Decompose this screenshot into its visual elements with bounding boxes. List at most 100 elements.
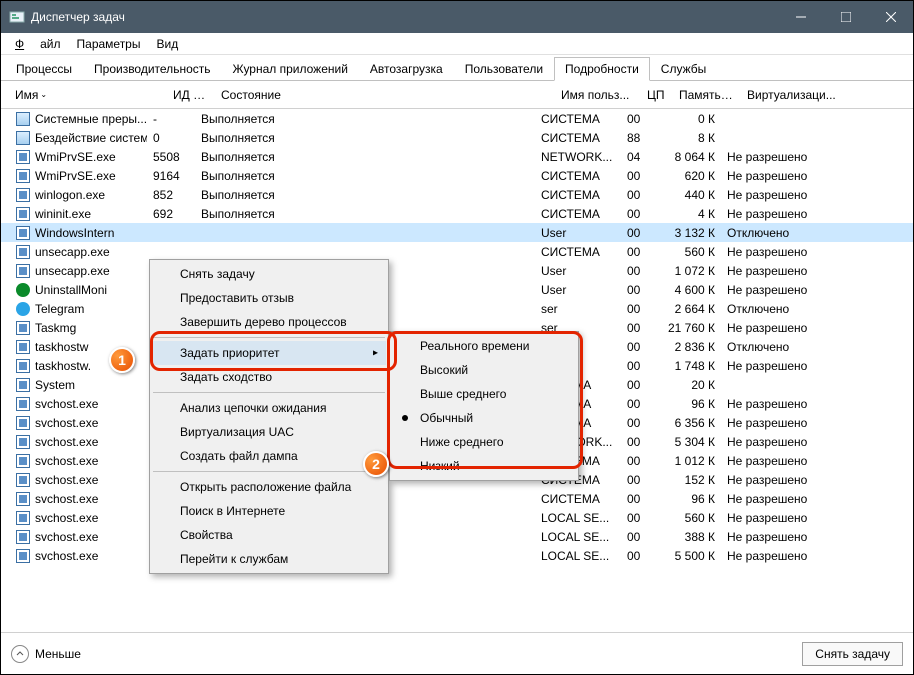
cell-mem: 440 К xyxy=(653,188,721,202)
maximize-button[interactable] xyxy=(823,1,868,33)
table-row[interactable]: winlogon.exe852ВыполняетсяСИСТЕМА00440 К… xyxy=(1,185,913,204)
ctx-dump[interactable]: Создать файл дампа xyxy=(152,444,386,468)
process-icon xyxy=(15,244,31,260)
cell-user: ser xyxy=(535,302,621,316)
process-name: svchost.exe xyxy=(35,511,98,525)
col-pid[interactable]: ИД п... xyxy=(167,84,215,106)
cell-virt: Не разрешено xyxy=(721,150,831,164)
table-row[interactable]: svchost.exe1388ВыполняетсяLOCAL SE...003… xyxy=(1,527,913,546)
ctx-goto-services[interactable]: Перейти к службам xyxy=(152,547,386,571)
table-row[interactable]: WmiPrvSE.exe9164ВыполняетсяСИСТЕМА00620 … xyxy=(1,166,913,185)
process-name: taskhostw xyxy=(35,340,88,354)
table-header: Имя⌄ ИД п... Состояние Имя польз... ЦП П… xyxy=(1,81,913,109)
ctx-uac[interactable]: Виртуализация UAC xyxy=(152,420,386,444)
cell-user: СИСТЕМА xyxy=(535,169,621,183)
ctx-wait-chain[interactable]: Анализ цепочки ожидания xyxy=(152,396,386,420)
tab-4[interactable]: Пользователи xyxy=(454,57,554,81)
cell-pid: 0 xyxy=(147,131,195,145)
cell-virt: Не разрешено xyxy=(721,321,831,335)
priority-high[interactable]: Высокий xyxy=(392,358,576,382)
tab-2[interactable]: Журнал приложений xyxy=(222,57,359,81)
ctx-feedback[interactable]: Предоставить отзыв xyxy=(152,286,386,310)
ctx-set-priority[interactable]: Задать приоритет▸ xyxy=(152,341,386,365)
priority-low[interactable]: Низкий xyxy=(392,454,576,478)
cell-cpu: 00 xyxy=(621,169,653,183)
table-row[interactable]: UninstallMoniUser004 600 КНе разрешено xyxy=(1,280,913,299)
ctx-open-location[interactable]: Открыть расположение файла xyxy=(152,475,386,499)
cell-virt: Не разрешено xyxy=(721,283,831,297)
cell-virt: Не разрешено xyxy=(721,454,831,468)
col-cpu[interactable]: ЦП xyxy=(641,84,673,106)
table-row[interactable]: unsecapp.exeСИСТЕМА00560 КНе разрешено xyxy=(1,242,913,261)
process-icon xyxy=(15,282,31,298)
cell-virt: Не разрешено xyxy=(721,264,831,278)
cell-cpu: 00 xyxy=(621,302,653,316)
ctx-end-task[interactable]: Снять задачу xyxy=(152,262,386,286)
col-name[interactable]: Имя⌄ xyxy=(9,84,167,106)
cell-state: Выполняется xyxy=(195,169,535,183)
tab-5[interactable]: Подробности xyxy=(554,57,650,81)
cell-mem: 152 К xyxy=(653,473,721,487)
table-row[interactable]: svchost.exe1464ВыполняетсяLOCAL SE...005… xyxy=(1,546,913,565)
col-virt[interactable]: Виртуализаци... xyxy=(741,84,851,106)
cell-cpu: 00 xyxy=(621,340,653,354)
tab-6[interactable]: Службы xyxy=(650,57,717,81)
table-row[interactable]: Telegramser002 664 КОтключено xyxy=(1,299,913,318)
separator xyxy=(153,471,385,472)
cell-cpu: 00 xyxy=(621,473,653,487)
menu-view[interactable]: Вид xyxy=(148,35,186,53)
ctx-set-affinity[interactable]: Задать сходство xyxy=(152,365,386,389)
ctx-search[interactable]: Поиск в Интернете xyxy=(152,499,386,523)
table-row[interactable]: svchost.exe1550ВыполняетсяLOCAL SE...005… xyxy=(1,508,913,527)
priority-below-normal[interactable]: Ниже среднего xyxy=(392,430,576,454)
app-icon xyxy=(9,9,25,25)
ctx-properties[interactable]: Свойства xyxy=(152,523,386,547)
table-row[interactable]: WindowsInternUser003 132 КОтключено xyxy=(1,223,913,242)
cell-cpu: 00 xyxy=(621,359,653,373)
menu-options[interactable]: Параметры xyxy=(69,35,149,53)
menu-file[interactable]: Файл xyxy=(7,35,69,53)
cell-virt: Не разрешено xyxy=(721,511,831,525)
table-row[interactable]: WmiPrvSE.exe5508ВыполняетсяNETWORK...048… xyxy=(1,147,913,166)
table-row[interactable]: unsecapp.exeUser001 072 КНе разрешено xyxy=(1,261,913,280)
ctx-end-tree[interactable]: Завершить дерево процессов xyxy=(152,310,386,334)
process-name: svchost.exe xyxy=(35,397,98,411)
priority-above-normal[interactable]: Выше среднего xyxy=(392,382,576,406)
cell-mem: 620 К xyxy=(653,169,721,183)
cell-mem: 8 064 К xyxy=(653,150,721,164)
cell-mem: 8 К xyxy=(653,131,721,145)
cell-virt: Отключено xyxy=(721,226,831,240)
process-icon xyxy=(15,548,31,564)
table-row[interactable]: Системные преры...-ВыполняетсяСИСТЕМА000… xyxy=(1,109,913,128)
process-icon xyxy=(15,149,31,165)
tab-0[interactable]: Процессы xyxy=(5,57,83,81)
process-name: svchost.exe xyxy=(35,435,98,449)
window-title: Диспетчер задач xyxy=(31,10,778,24)
cell-virt: Отключено xyxy=(721,302,831,316)
col-user[interactable]: Имя польз... xyxy=(555,84,641,106)
cell-virt: Не разрешено xyxy=(721,416,831,430)
cell-cpu: 00 xyxy=(621,397,653,411)
priority-realtime[interactable]: Реального времени xyxy=(392,334,576,358)
cell-user: LOCAL SE... xyxy=(535,511,621,525)
cell-mem: 560 К xyxy=(653,245,721,259)
col-mem[interactable]: Память (а... xyxy=(673,84,741,106)
fewer-details-button[interactable]: Меньше xyxy=(11,645,81,663)
minimize-button[interactable] xyxy=(778,1,823,33)
process-name: WindowsIntern xyxy=(35,226,114,240)
cell-mem: 6 356 К xyxy=(653,416,721,430)
priority-normal[interactable]: Обычный xyxy=(392,406,576,430)
table-row[interactable]: svchost.exeСИСТЕМА0096 КНе разрешено xyxy=(1,489,913,508)
table-row[interactable]: Бездействие системы0ВыполняетсяСИСТЕМА88… xyxy=(1,128,913,147)
end-task-button[interactable]: Снять задачу xyxy=(802,642,903,666)
tab-1[interactable]: Производительность xyxy=(83,57,221,81)
cell-virt: Отключено xyxy=(721,340,831,354)
cell-user: СИСТЕМА xyxy=(535,112,621,126)
close-button[interactable] xyxy=(868,1,913,33)
col-state[interactable]: Состояние xyxy=(215,84,555,106)
cell-cpu: 00 xyxy=(621,283,653,297)
separator xyxy=(153,392,385,393)
tab-3[interactable]: Автозагрузка xyxy=(359,57,454,81)
table-row[interactable]: wininit.exe692ВыполняетсяСИСТЕМА004 КНе … xyxy=(1,204,913,223)
cell-pid: 692 xyxy=(147,207,195,221)
